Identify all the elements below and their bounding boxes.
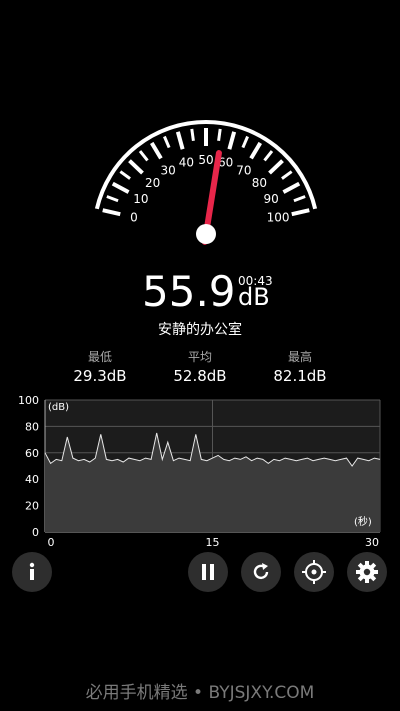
info-icon	[29, 562, 35, 580]
y-tick-label: 0	[32, 526, 39, 539]
current-db-value: 55.9	[142, 267, 236, 316]
y-tick-label: 100	[18, 394, 39, 407]
gauge-scale-label: 10	[133, 192, 148, 206]
gauge-tick	[150, 141, 163, 160]
max-value: 82.1dB	[273, 367, 327, 385]
reset-button[interactable]	[241, 552, 281, 592]
x-tick-label: 30	[365, 536, 379, 547]
max-label: 最高	[287, 350, 312, 364]
gauge-tick	[249, 141, 262, 160]
gauge-scale-label: 80	[252, 176, 267, 190]
gauge-tick	[190, 128, 195, 142]
y-tick-label: 20	[25, 500, 39, 513]
chart-y-unit: (dB)	[48, 402, 69, 413]
min-stat: 最低 29.3dB	[45, 348, 155, 386]
db-unit: dB	[238, 283, 270, 311]
environment-label: 安静的办公室	[158, 322, 242, 338]
pause-icon	[202, 564, 214, 580]
y-tick-label: 80	[25, 420, 39, 433]
gauge-tick	[282, 181, 301, 194]
watermark: 必用手机精选 • BYJSJXY.COM	[85, 683, 315, 703]
gauge-scale-label: 40	[179, 156, 194, 170]
max-stat: 最高 82.1dB	[245, 348, 355, 386]
db-history-chart: 0 20 40 60 80 100 0 15 30 (dB) (秒)	[18, 394, 381, 547]
gauge-tick	[281, 170, 293, 180]
gauge-tick	[163, 135, 171, 149]
gauge-tick	[111, 181, 130, 194]
calibrate-icon	[302, 560, 326, 584]
avg-stat: 平均 52.8dB	[145, 348, 255, 386]
gauge-scale-label: 0	[130, 210, 138, 224]
gauge-scale-label: 20	[145, 176, 160, 190]
gauge-tick	[119, 170, 131, 180]
gauge-scale-label: 30	[160, 163, 175, 177]
settings-button[interactable]	[347, 552, 387, 592]
min-value: 29.3dB	[73, 367, 127, 385]
min-label: 最低	[87, 350, 112, 364]
sound-level-gauge: 010203040 50 60708090100	[94, 120, 318, 245]
y-tick-label: 40	[25, 473, 39, 486]
y-tick-label: 60	[25, 447, 39, 460]
needle-hub	[196, 224, 216, 244]
gauge-tick	[128, 159, 144, 175]
gauge-tick	[263, 150, 274, 162]
gauge-scale-label: 90	[263, 192, 278, 206]
gauge-tick	[106, 195, 119, 203]
reset-icon	[253, 563, 269, 580]
avg-label: 平均	[187, 350, 212, 364]
gauge-tick	[268, 159, 284, 175]
avg-value: 52.8dB	[173, 367, 227, 385]
x-tick-label: 0	[48, 536, 55, 547]
gauge-tick	[217, 128, 222, 142]
gauge-tick	[175, 131, 185, 150]
pause-button[interactable]	[188, 552, 228, 592]
gauge-tick	[227, 131, 237, 150]
gauge-tick	[291, 208, 310, 217]
chart-x-unit: (秒)	[354, 515, 372, 528]
gauge-tick	[293, 195, 306, 203]
gauge-scale-label: 100	[267, 210, 290, 224]
gauge-scale-label: 50	[198, 153, 213, 167]
info-button[interactable]	[12, 552, 52, 592]
gauge-tick	[138, 150, 149, 162]
gauge-scale-label: 70	[236, 163, 251, 177]
gauge-tick	[102, 208, 121, 217]
settings-icon	[356, 561, 378, 583]
gauge-tick	[241, 135, 249, 149]
calibrate-button[interactable]	[294, 552, 334, 592]
x-tick-label: 15	[206, 536, 220, 547]
